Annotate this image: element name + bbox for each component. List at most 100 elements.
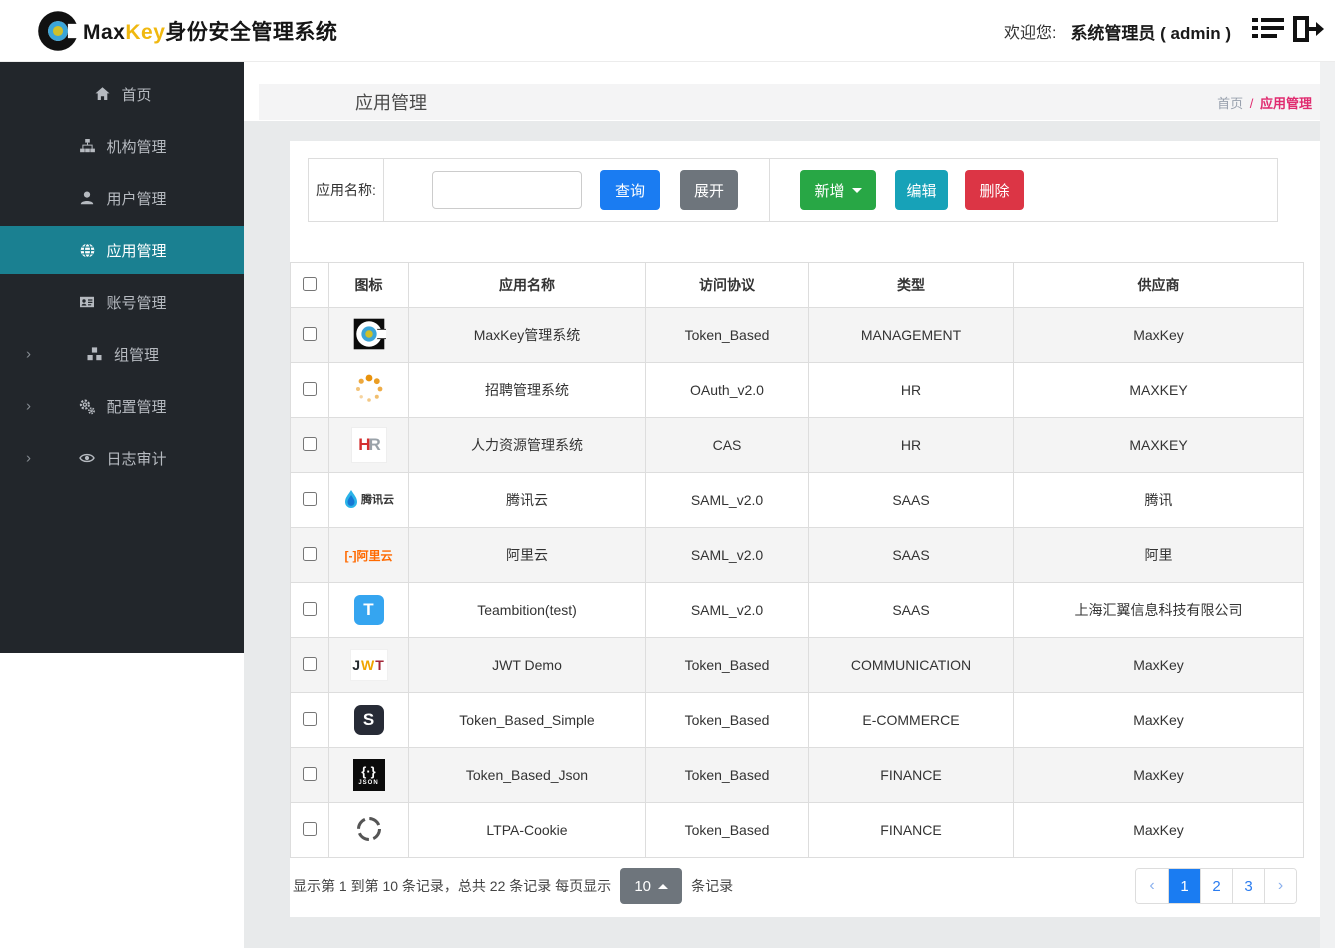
protocol-cell: SAML_v2.0: [645, 472, 809, 528]
protocol-cell: Token_Based: [645, 747, 809, 803]
brand-link[interactable]: MaxKey身份安全管理系统: [36, 0, 337, 62]
user-icon: [77, 190, 97, 206]
app-name-cell: 阿里云: [408, 527, 646, 583]
category-cell: FINANCE: [808, 747, 1014, 803]
expand-button[interactable]: 展开: [680, 170, 738, 210]
row-checkbox[interactable]: [302, 821, 317, 836]
next-page-button[interactable]: ›: [1264, 869, 1296, 903]
vendor-cell: MaxKey: [1013, 802, 1304, 858]
table-row[interactable]: HR 人力资源管理系统 CAS HR MAXKEY: [290, 417, 1304, 473]
row-checkbox[interactable]: [302, 381, 317, 396]
chevron-right-icon: ›: [26, 449, 31, 467]
row-checkbox[interactable]: [302, 491, 317, 506]
column-header-vendor: 供应商: [1013, 262, 1304, 308]
delete-button[interactable]: 删除: [965, 170, 1024, 210]
list-icon[interactable]: [1251, 15, 1285, 48]
user-area: 欢迎您: 系统管理员 ( admin ): [1004, 0, 1325, 62]
row-checkbox[interactable]: [302, 436, 317, 451]
breadcrumb-home-link[interactable]: 首页: [1217, 96, 1243, 111]
prev-page-button[interactable]: ‹: [1136, 869, 1168, 903]
sidebar-item-label: 组管理: [113, 346, 159, 364]
app-name-cell: 招聘管理系统: [408, 362, 646, 418]
page-title: 应用管理: [355, 93, 427, 113]
sidebar-item-label: 首页: [121, 86, 152, 104]
s-logo-icon: S: [353, 705, 384, 735]
sidebar-item-label: 日志审计: [106, 450, 167, 468]
page-button-2[interactable]: 2: [1200, 869, 1232, 903]
json-logo-icon: {·} JSON: [352, 759, 385, 791]
category-cell: SAAS: [808, 472, 1014, 528]
home-icon: [92, 86, 112, 102]
table-row[interactable]: LTPA-Cookie Token_Based FINANCE MaxKey: [290, 802, 1304, 858]
category-cell: E-COMMERCE: [808, 692, 1014, 748]
app-name-cell: Teambition(test): [408, 582, 646, 638]
tencent-cloud-icon: 腾讯云: [343, 489, 394, 509]
scrollbar-track[interactable]: [1320, 62, 1335, 948]
sidebar-item-accounts[interactable]: 账号管理: [0, 276, 244, 328]
protocol-cell: Token_Based: [645, 692, 809, 748]
sidebar-item-config[interactable]: › 配置管理: [0, 380, 244, 432]
table-row[interactable]: JWT JWT Demo Token_Based COMMUNICATION M…: [290, 637, 1304, 693]
vendor-cell: MAXKEY: [1013, 362, 1304, 418]
row-checkbox[interactable]: [302, 601, 317, 616]
column-header-category: 类型: [808, 262, 1014, 308]
sidebar-item-audit[interactable]: › 日志审计: [0, 432, 244, 484]
row-checkbox[interactable]: [302, 546, 317, 561]
toolbar-divider: [769, 159, 770, 221]
vendor-cell: 上海汇翼信息科技有限公司: [1013, 582, 1304, 638]
protocol-cell: OAuth_v2.0: [645, 362, 809, 418]
protocol-cell: SAML_v2.0: [645, 582, 809, 638]
sign-out-icon[interactable]: [1289, 14, 1325, 49]
edit-button[interactable]: 编辑: [895, 170, 948, 210]
page-button-1[interactable]: 1: [1168, 869, 1200, 903]
add-button[interactable]: 新增: [800, 170, 876, 210]
table-row[interactable]: MaxKey管理系统 Token_Based MANAGEMENT MaxKey: [290, 307, 1304, 363]
app-name-cell: 腾讯云: [408, 472, 646, 528]
target-circle-icon: [355, 815, 383, 843]
select-all-checkbox[interactable]: [302, 276, 317, 291]
table-row[interactable]: 招聘管理系统 OAuth_v2.0 HR MAXKEY: [290, 362, 1304, 418]
column-header-name: 应用名称: [408, 262, 646, 308]
row-checkbox[interactable]: [302, 326, 317, 341]
vendor-cell: MaxKey: [1013, 307, 1304, 363]
sidebar-item-users[interactable]: 用户管理: [0, 172, 244, 224]
sidebar-item-org[interactable]: 机构管理: [0, 120, 244, 172]
protocol-cell: Token_Based: [645, 307, 809, 363]
app-name-cell: 人力资源管理系统: [408, 417, 646, 473]
vendor-cell: MaxKey: [1013, 747, 1304, 803]
sidebar-item-label: 用户管理: [106, 190, 167, 208]
table-row[interactable]: 腾讯云 腾讯云 SAML_v2.0 SAAS 腾讯: [290, 472, 1304, 528]
table-row[interactable]: [-]阿里云 阿里云 SAML_v2.0 SAAS 阿里: [290, 527, 1304, 583]
row-checkbox[interactable]: [302, 656, 317, 671]
welcome-label: 欢迎您:: [1003, 25, 1057, 42]
table-row[interactable]: S Token_Based_Simple Token_Based E-COMME…: [290, 692, 1304, 748]
page-button-3[interactable]: 3: [1232, 869, 1264, 903]
aliyun-icon: [-]阿里云: [344, 548, 393, 563]
sidebar-item-groups[interactable]: › 组管理: [0, 328, 244, 380]
brand-title: MaxKey身份安全管理系统: [83, 21, 338, 44]
sidebar-item-apps[interactable]: 应用管理: [0, 226, 244, 274]
column-header-protocol: 访问协议: [645, 262, 809, 308]
app-name-cell: LTPA-Cookie: [408, 802, 646, 858]
page-header-area: 应用管理 首页 / 应用管理: [244, 62, 1335, 121]
page-size-dropdown[interactable]: 10: [620, 868, 683, 904]
app-name-cell: MaxKey管理系统: [408, 307, 646, 363]
table-row[interactable]: T Teambition(test) SAML_v2.0 SAAS 上海汇翼信息…: [290, 582, 1304, 638]
cubes-icon: [85, 346, 105, 362]
search-label: 应用名称:: [309, 159, 384, 221]
sidebar-item-label: 配置管理: [106, 398, 167, 416]
protocol-cell: Token_Based: [645, 637, 809, 693]
pager: ‹ 1 2 3 ›: [1135, 868, 1297, 904]
query-button[interactable]: 查询: [600, 170, 660, 210]
sidebar-item-home[interactable]: 首页: [0, 68, 244, 120]
category-cell: MANAGEMENT: [808, 307, 1014, 363]
chevron-right-icon: ›: [26, 397, 31, 415]
caret-up-icon: [658, 883, 669, 889]
sidebar-item-label: 机构管理: [106, 138, 167, 156]
vendor-cell: 腾讯: [1013, 472, 1304, 528]
breadcrumb-separator: /: [1249, 95, 1254, 111]
row-checkbox[interactable]: [302, 766, 317, 781]
app-name-input[interactable]: [432, 171, 582, 209]
row-checkbox[interactable]: [302, 711, 317, 726]
table-row[interactable]: {·} JSON Token_Based_Json Token_Based FIN…: [290, 747, 1304, 803]
